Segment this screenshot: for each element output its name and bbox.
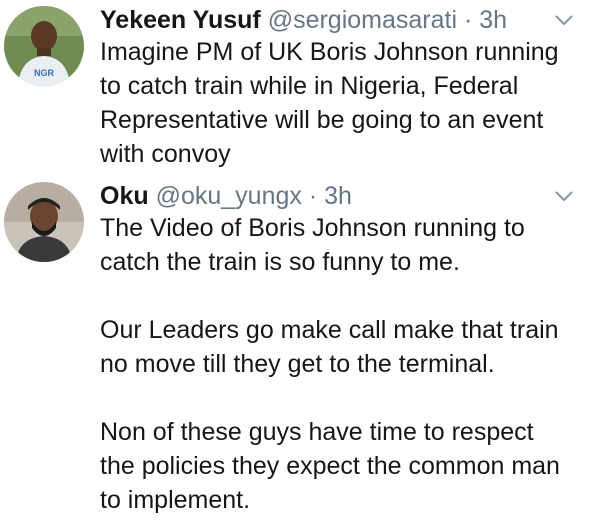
tweet-text-line: the policies they expect the common man (100, 452, 560, 480)
tweet-text-line: with convoy (100, 140, 231, 168)
user-avatar-icon[interactable] (4, 182, 84, 262)
tweet-text-line: catch the train is so funny to me. (100, 248, 460, 276)
tweet-text-line: Imagine PM of UK Boris Johnson running (100, 38, 559, 66)
tweet-text-line: to catch train while in Nigeria, Federal (100, 72, 519, 100)
tweet-text-line: The Video of Boris Johnson running to (100, 214, 525, 242)
user-avatar-icon[interactable]: NGR (4, 6, 84, 86)
tweet[interactable]: Oku @oku_yungx · 3h The Video of Boris J… (0, 176, 599, 528)
svg-text:NGR: NGR (34, 68, 55, 78)
tweet[interactable]: NGR Yekeen Yusuf @sergiomasarati · 3h Im… (0, 0, 599, 176)
tweet-text: The Video of Boris Johnson running to ca… (100, 211, 579, 517)
tweet-header: Oku @oku_yungx · 3h (100, 176, 352, 216)
tweet-header: Yekeen Yusuf @sergiomasarati · 3h (100, 0, 507, 40)
tweet-text-line (100, 279, 579, 313)
display-name[interactable]: Yekeen Yusuf (100, 6, 261, 34)
timestamp[interactable]: 3h (479, 6, 507, 34)
display-name[interactable]: Oku (100, 182, 149, 210)
user-handle[interactable]: @oku_yungx (156, 182, 302, 210)
chevron-down-icon[interactable] (553, 188, 575, 204)
user-handle[interactable]: @sergiomasarati (268, 6, 457, 34)
separator-dot: · (464, 6, 473, 34)
timestamp[interactable]: 3h (324, 182, 352, 210)
tweet-text-line: Representative will be going to an event (100, 106, 544, 134)
tweet-text: Imagine PM of UK Boris Johnson running t… (100, 35, 579, 171)
chevron-down-icon[interactable] (553, 12, 575, 28)
separator-dot: · (308, 182, 318, 210)
tweet-text-line (100, 381, 579, 415)
tweet-text-line: Non of these guys have time to respect (100, 418, 534, 446)
tweet-text-line: to implement. (100, 486, 251, 514)
tweet-text-line: no move till they get to the terminal. (100, 350, 495, 378)
tweet-text-line: Our Leaders go make call make that train (100, 316, 559, 344)
